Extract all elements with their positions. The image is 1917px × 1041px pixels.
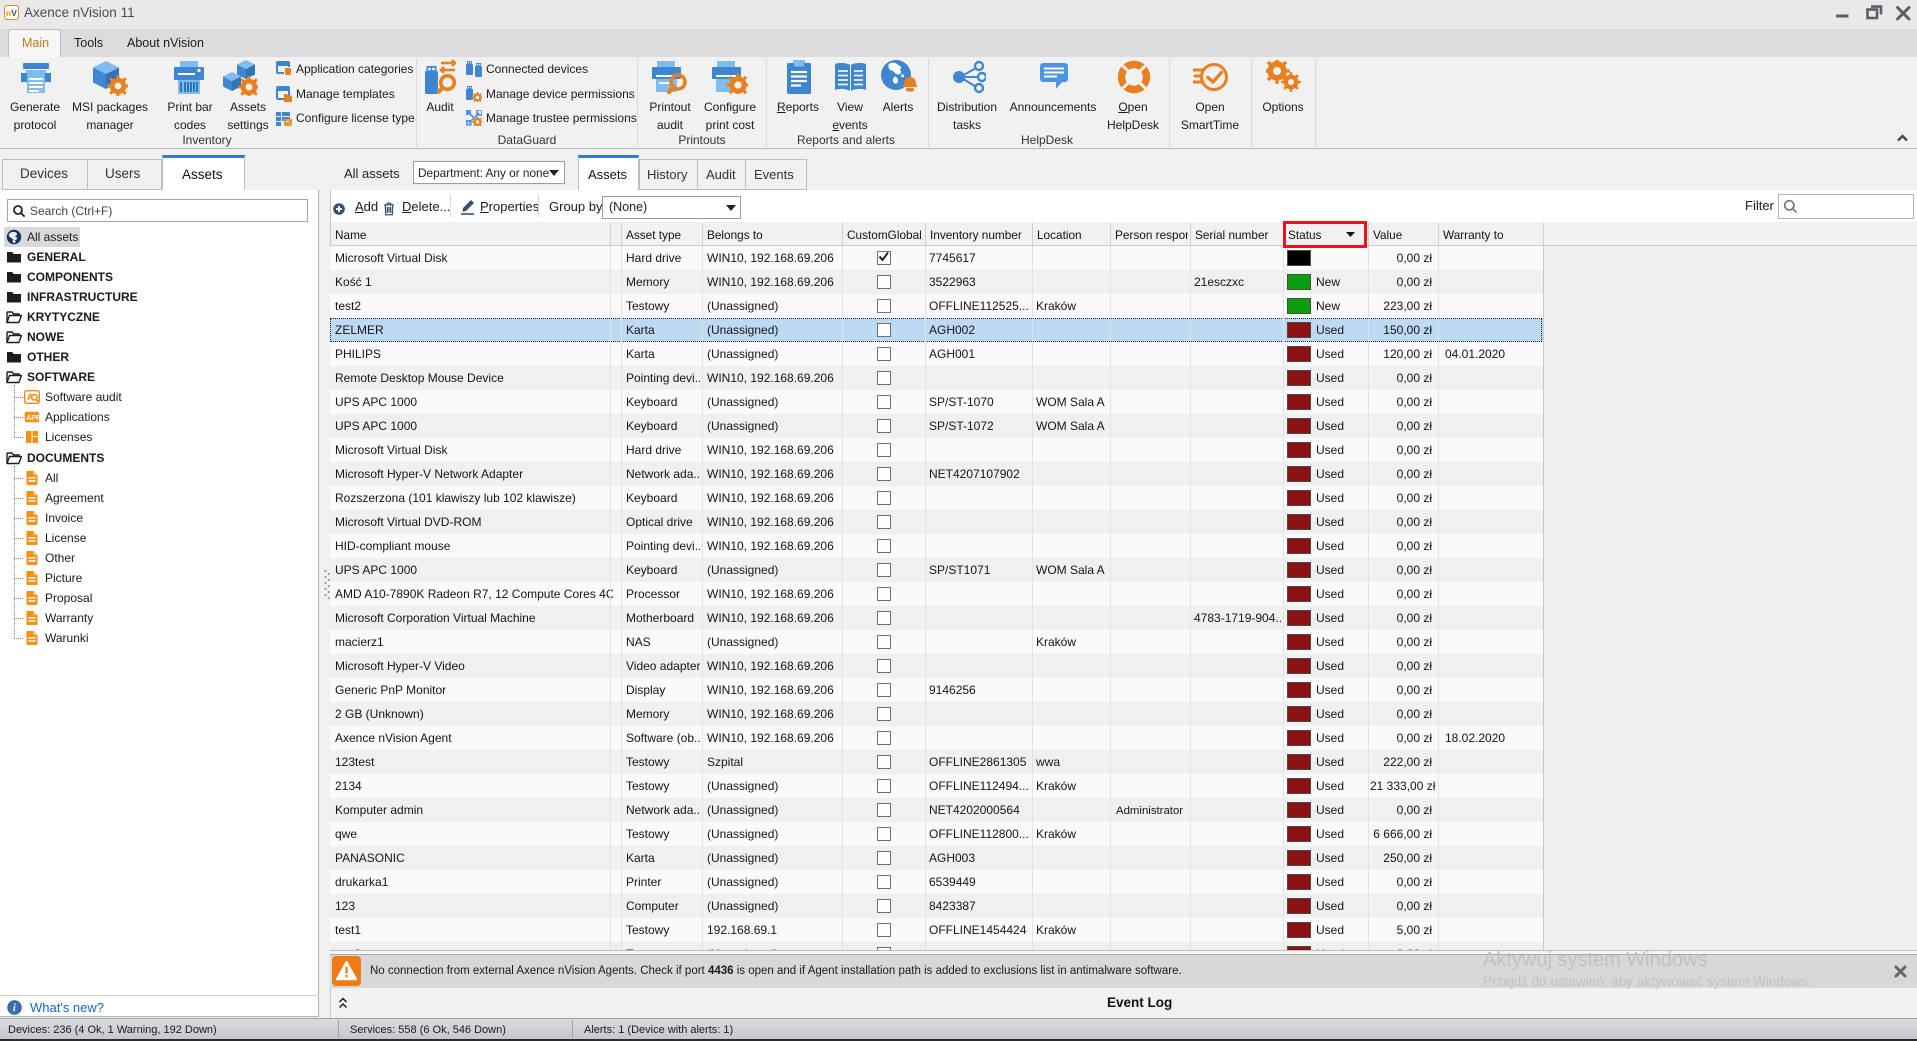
svg-text:APP: APP [26, 415, 40, 422]
svg-text:i: i [13, 1003, 16, 1014]
